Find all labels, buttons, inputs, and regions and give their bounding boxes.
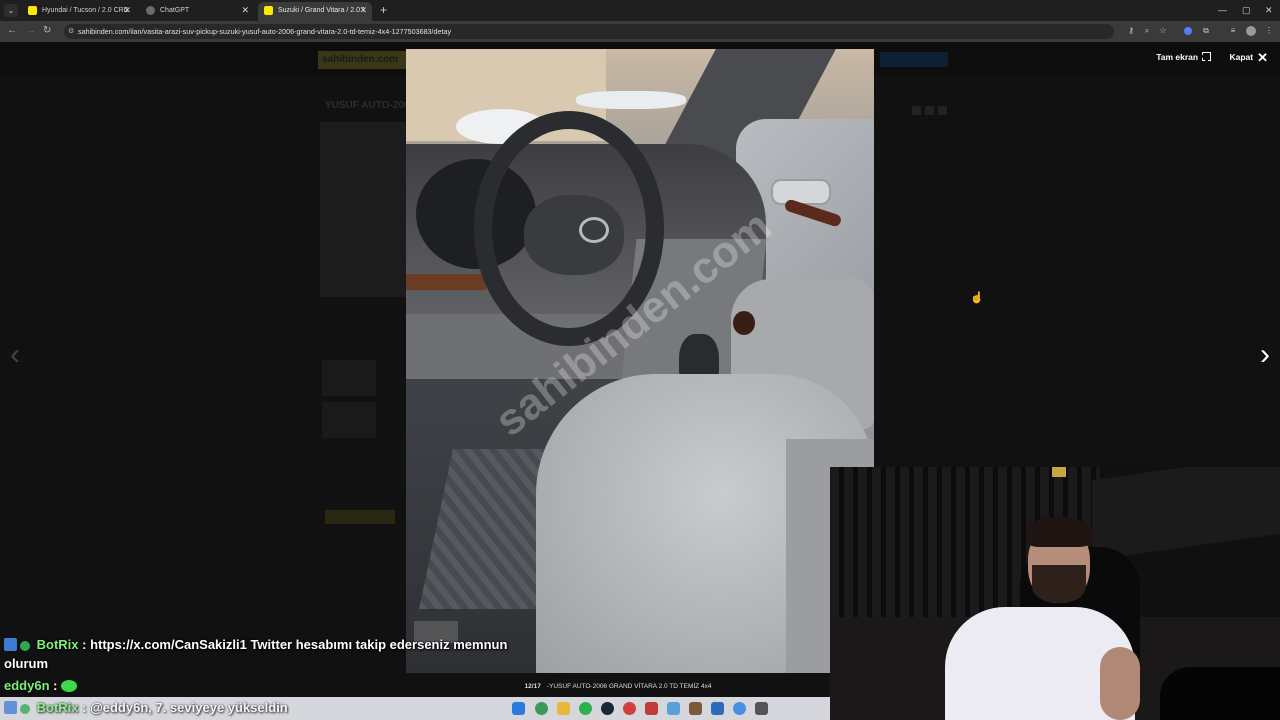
close-icon[interactable]: ✕ <box>123 2 131 19</box>
forward-button[interactable]: → <box>26 24 36 38</box>
window-close-button[interactable]: ✕ <box>1265 3 1273 17</box>
app-icon[interactable] <box>689 702 702 715</box>
tab-title: Suzuki / Grand Vitara / 2.0 TD ... <box>278 7 364 14</box>
site-logo: sahibinden.com <box>318 51 410 69</box>
chat-text: : @eddy6n, 7. seviyeye yükseldin <box>82 700 288 715</box>
sahibinden-icon <box>264 6 273 15</box>
site-header-button <box>880 52 948 67</box>
password-key-icon[interactable]: ⚷ <box>1125 25 1137 37</box>
reload-button[interactable]: ↻ <box>43 24 51 38</box>
browser-menu-icon[interactable]: ⋮ <box>1263 25 1275 37</box>
site-info-icon[interactable]: ⚙ <box>68 24 74 39</box>
listing-thumbnail <box>322 402 376 438</box>
tab-suzuki-grand-vitara[interactable]: Suzuki / Grand Vitara / 2.0 TD ... ✕ <box>258 2 372 21</box>
close-label: Kapat <box>1229 52 1254 62</box>
start-icon[interactable] <box>512 702 525 715</box>
address-bar[interactable]: ⚙ sahibinden.com/ilan/vasita-arazi-suv-p… <box>64 24 1114 39</box>
chat-message-continuation: olurum <box>4 656 49 671</box>
close-lightbox-button[interactable]: Kapat ✕ <box>1225 50 1268 65</box>
browser-toolbar: ← → ↻ ⚙ sahibinden.com/ilan/vasita-arazi… <box>0 21 1280 42</box>
chat-text: : https://x.com/CanSakizli1 Twitter hesa… <box>82 637 508 652</box>
close-icon[interactable]: ✕ <box>241 2 249 19</box>
next-photo-button[interactable]: › <box>1260 340 1270 370</box>
tab-chatgpt[interactable]: ChatGPT ✕ <box>140 2 254 21</box>
chat-message: BotRix : https://x.com/CanSakizli1 Twitt… <box>4 637 507 652</box>
browser-icon[interactable] <box>535 702 548 715</box>
photo-counter: 12/17 <box>524 683 541 690</box>
lightbox-controls: Tam ekran Kapat ✕ <box>1148 50 1268 66</box>
listing-thumbnail <box>322 360 376 396</box>
webcam-lamp <box>1052 467 1066 477</box>
minimize-button[interactable]: — <box>1218 3 1227 17</box>
webcam-ceiling <box>1092 467 1280 561</box>
app-icon[interactable] <box>645 702 658 715</box>
photo-caption: 12/17 -YUSUF AUTO-2006 GRAND VİTARA 2.0 T… <box>406 680 830 694</box>
listing-title: YUSUF AUTO-2006 <box>325 100 416 111</box>
webcam-shadow <box>1160 667 1280 720</box>
caption-text: -YUSUF AUTO-2006 GRAND VİTARA 2.0 TD TEM… <box>546 683 712 690</box>
chatgpt-icon <box>146 6 155 15</box>
fullscreen-label: Tam ekran <box>1156 52 1199 62</box>
app-icon[interactable] <box>733 702 746 715</box>
share-icons <box>912 102 952 115</box>
maximize-button[interactable]: ▢ <box>1242 3 1251 17</box>
webcam-person-hair <box>1026 517 1092 547</box>
bookmark-star-icon[interactable]: ☆ <box>1157 25 1169 37</box>
back-button[interactable]: ← <box>7 24 17 38</box>
app-icon[interactable] <box>667 702 680 715</box>
tab-title: Hyundai / Tucson / 2.0 CRDi / 2... <box>42 7 128 14</box>
verified-badge-icon <box>20 641 30 651</box>
whatsapp-icon[interactable] <box>579 702 592 715</box>
listing-main-photo <box>320 122 408 297</box>
media-icon[interactable]: ≡ <box>1227 25 1239 37</box>
extensions-puzzle-icon[interactable]: ⧉ <box>1200 25 1212 37</box>
hand-cursor-icon: ☝ <box>970 292 984 304</box>
verified-badge-icon <box>20 704 30 714</box>
webcam-person-arm <box>1100 647 1140 720</box>
profile-avatar[interactable] <box>1246 26 1256 36</box>
chat-text: : <box>53 678 58 693</box>
webcam-overlay <box>830 467 1280 720</box>
bot-badge-icon <box>4 701 17 714</box>
tab-title: ChatGPT <box>160 7 190 14</box>
photo-shift-knob <box>733 311 755 335</box>
chat-username: BotRix <box>36 637 79 652</box>
tab-hyundai-tucson[interactable]: Hyundai / Tucson / 2.0 CRDi / 2... ✕ <box>22 2 136 21</box>
app-icon[interactable] <box>711 702 724 715</box>
close-icon: ✕ <box>1257 50 1268 65</box>
chat-message: eddy6n : <box>4 678 80 693</box>
chat-username: eddy6n <box>4 678 50 693</box>
sahibinden-icon <box>28 6 37 15</box>
photo-snow <box>576 91 686 109</box>
photo-wood-trim <box>406 274 486 290</box>
close-icon[interactable]: ✕ <box>359 2 367 19</box>
webcam-person-beard <box>1032 565 1086 603</box>
bot-badge-icon <box>4 638 17 651</box>
fullscreen-button[interactable]: Tam ekran <box>1152 52 1212 62</box>
fullscreen-icon <box>1202 52 1212 61</box>
app-icon[interactable] <box>755 702 768 715</box>
tab-search-button[interactable]: ⌄ <box>4 4 18 17</box>
listing-tab <box>325 510 395 524</box>
url-text: sahibinden.com/ilan/vasita-arazi-suv-pic… <box>78 27 452 36</box>
chat-username: BotRix <box>36 700 79 715</box>
steam-icon[interactable] <box>601 702 614 715</box>
browser-tabstrip: ⌄ Hyundai / Tucson / 2.0 CRDi / 2... ✕ C… <box>0 0 1280 21</box>
opera-icon[interactable] <box>623 702 636 715</box>
lightbox-photo[interactable]: sahibinden.com <box>406 49 874 673</box>
suzuki-logo <box>579 217 609 243</box>
photo-door-handle <box>771 179 831 205</box>
zoom-icon[interactable]: ⌕ <box>1141 25 1153 37</box>
file-explorer-icon[interactable] <box>557 702 570 715</box>
photo-steering-hub <box>524 195 624 275</box>
previous-photo-button[interactable]: ‹ <box>10 340 20 370</box>
chat-message: BotRix : @eddy6n, 7. seviyeye yükseldin <box>4 700 288 715</box>
new-tab-button[interactable]: + <box>380 3 387 17</box>
emote-icon <box>61 680 78 692</box>
extension-icon[interactable] <box>1184 27 1192 35</box>
